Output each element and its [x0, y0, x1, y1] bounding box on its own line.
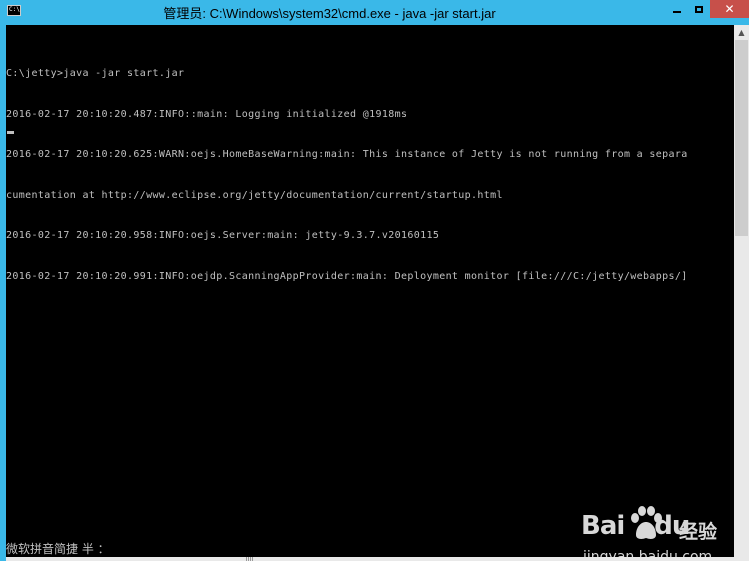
- minimize-icon: [673, 11, 681, 13]
- watermark-product: 经验: [679, 521, 718, 543]
- console-line-log: 2016-02-17 20:10:20.487:INFO::main: Logg…: [6, 108, 408, 120]
- close-icon: ✕: [724, 2, 735, 16]
- resize-corner[interactable]: [734, 543, 749, 561]
- maximize-icon: [695, 5, 703, 13]
- close-button[interactable]: ✕: [710, 0, 749, 18]
- paw-icon: [631, 506, 662, 539]
- scroll-thumb[interactable]: [735, 40, 748, 236]
- scroll-up-icon[interactable]: ▲: [734, 25, 749, 39]
- watermark-url: jingyan.baidu.com: [583, 549, 713, 557]
- watermark: Bai du 经验 jingyan.baidu.com: [581, 503, 731, 557]
- title-bar[interactable]: C:\ 管理员: C:\Windows\system32\cmd.exe - j…: [0, 0, 749, 25]
- console-line-log: 2016-02-17 20:10:20.958:INFO:oejs.Server…: [6, 230, 440, 241]
- minimize-button[interactable]: [666, 0, 688, 18]
- ime-status-bar: 微软拼音简捷 半 ：: [6, 542, 110, 556]
- console-line-log: 2016-02-17 20:10:20.991:INFO:oejdp.Scann…: [6, 270, 688, 282]
- console-output[interactable]: C:\jetty>java -jar start.jar 2016-02-17 …: [6, 25, 734, 557]
- window-title: 管理员: C:\Windows\system32\cmd.exe - java …: [163, 6, 496, 21]
- console-line-command: C:\jetty>java -jar start.jar: [6, 68, 185, 79]
- vertical-scrollbar[interactable]: ▲ ▼: [734, 25, 749, 557]
- baidu-logo-bai: Bai: [581, 511, 625, 541]
- console-window: C:\ 管理员: C:\Windows\system32\cmd.exe - j…: [0, 0, 749, 561]
- text-cursor: [7, 131, 14, 134]
- maximize-button[interactable]: [688, 0, 710, 18]
- console-text: C:\jetty>java -jar start.jar 2016-02-17 …: [6, 40, 688, 310]
- console-line-log: 2016-02-17 20:10:20.625:WARN:oejs.HomeBa…: [6, 149, 688, 160]
- scroll-grip-icon[interactable]: [246, 557, 254, 561]
- horizontal-scrollbar[interactable]: [6, 557, 734, 561]
- console-line-log: cumentation at http://www.eclipse.org/je…: [6, 189, 503, 201]
